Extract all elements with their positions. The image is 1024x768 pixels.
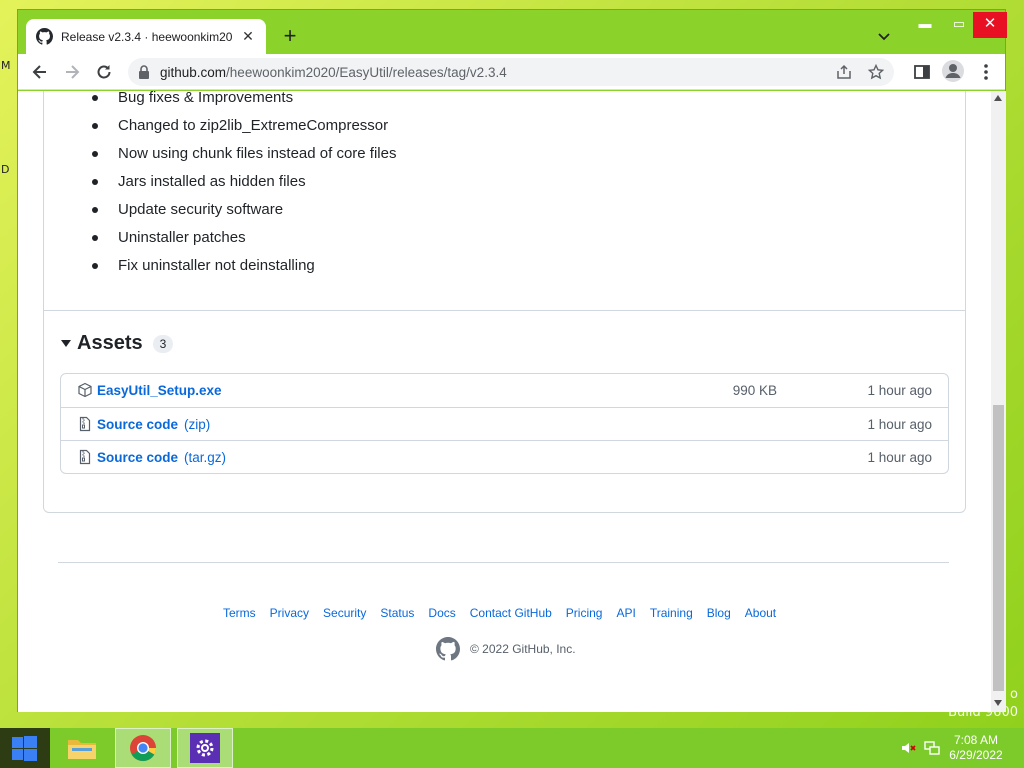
list-item: Jars installed as hidden files	[92, 171, 396, 199]
list-item: Uninstaller patches	[92, 227, 396, 255]
close-tab-icon[interactable]: ✕	[240, 28, 256, 45]
footer-link-about[interactable]: About	[745, 606, 776, 620]
footer-link-terms[interactable]: Terms	[223, 606, 256, 620]
scroll-down-icon[interactable]	[994, 700, 1002, 706]
asset-size: 990 KB	[732, 383, 777, 398]
copyright-text: © 2022 GitHub, Inc.	[470, 642, 576, 656]
page-viewport: Bug fixes & Improvements Changed to zip2…	[18, 91, 991, 712]
file-explorer-taskbar-button[interactable]	[54, 728, 110, 768]
assets-title: Assets	[77, 332, 143, 354]
close-window-button[interactable]: ✕	[973, 12, 1007, 38]
footer-link-blog[interactable]: Blog	[707, 606, 731, 620]
asset-link[interactable]: Source code (zip)	[97, 417, 210, 432]
asset-suffix: (tar.gz)	[184, 449, 227, 465]
tab-title: Release v2.3.4 · heewoonkim2020	[61, 29, 233, 44]
vertical-scrollbar[interactable]	[991, 91, 1006, 712]
footer-copyright: © 2022 GitHub, Inc.	[436, 637, 576, 661]
file-zip-icon	[79, 449, 91, 465]
star-icon[interactable]	[868, 64, 884, 80]
table-row: Source code (zip) 1 hour ago	[61, 407, 948, 440]
windows-logo-icon	[12, 737, 23, 748]
windows-logo-icon	[12, 749, 23, 760]
clock-date: 6/29/2022	[949, 748, 1003, 762]
asset-link[interactable]: EasyUtil_Setup.exe	[97, 383, 222, 398]
taskbar: 7:08 AM 6/29/2022	[0, 728, 1024, 768]
gear-icon	[190, 733, 220, 763]
browser-window: Release v2.3.4 · heewoonkim2020 ✕ + ▬ ▭ …	[17, 9, 1007, 712]
asset-suffix: (zip)	[184, 416, 211, 432]
desktop-icon-label: D	[1, 163, 10, 176]
footer-links: Terms Privacy Security Status Docs Conta…	[223, 606, 790, 620]
asset-name: Source code	[97, 416, 179, 432]
chrome-taskbar-button[interactable]	[115, 728, 171, 768]
windows-logo-icon	[24, 736, 37, 748]
reload-icon[interactable]	[94, 62, 114, 82]
assets-table: EasyUtil_Setup.exe 990 KB 1 hour ago Sou…	[60, 373, 949, 474]
tab-strip: Release v2.3.4 · heewoonkim2020 ✕ + ▬ ▭ …	[18, 10, 1007, 54]
new-tab-button[interactable]: +	[278, 24, 302, 48]
asset-time: 1 hour ago	[867, 383, 932, 398]
footer-link-training[interactable]: Training	[650, 606, 693, 620]
chrome-icon	[130, 735, 157, 762]
assets-toggle[interactable]: Assets 3	[61, 332, 174, 355]
footer-link-pricing[interactable]: Pricing	[566, 606, 603, 620]
divider	[44, 310, 965, 311]
forward-arrow-icon[interactable]	[62, 62, 82, 82]
start-button[interactable]	[0, 728, 50, 768]
browser-toolbar: github.com/heewoonkim2020/EasyUtil/relea…	[18, 54, 1005, 90]
scroll-up-icon[interactable]	[994, 95, 1002, 101]
file-zip-icon	[79, 416, 91, 432]
github-logo-icon[interactable]	[436, 637, 460, 661]
volume-muted-icon[interactable]	[900, 740, 916, 756]
list-item: Now using chunk files instead of core fi…	[92, 143, 396, 171]
url-host: github.com	[160, 64, 227, 80]
address-bar[interactable]: github.com/heewoonkim2020/EasyUtil/relea…	[128, 58, 894, 86]
footer-link-privacy[interactable]: Privacy	[270, 606, 309, 620]
folder-icon	[68, 740, 96, 759]
url-text: github.com/heewoonkim2020/EasyUtil/relea…	[160, 65, 507, 80]
list-item: Bug fixes & Improvements	[92, 91, 396, 115]
asset-time: 1 hour ago	[867, 449, 932, 465]
side-panel-icon[interactable]	[912, 62, 932, 82]
caret-down-icon	[61, 340, 71, 347]
footer-link-api[interactable]: API	[616, 606, 635, 620]
footer-divider	[58, 562, 949, 563]
scroll-thumb[interactable]	[993, 405, 1004, 691]
menu-dots-icon[interactable]	[976, 62, 996, 82]
footer-link-docs[interactable]: Docs	[428, 606, 455, 620]
list-item: Fix uninstaller not deinstalling	[92, 255, 396, 283]
list-item: Update security software	[92, 199, 396, 227]
clock-time: 7:08 AM	[953, 733, 999, 747]
maximize-button[interactable]: ▭	[942, 12, 976, 38]
release-notes-list: Bug fixes & Improvements Changed to zip2…	[92, 91, 396, 283]
network-icon[interactable]	[924, 740, 940, 756]
lock-icon[interactable]	[138, 65, 150, 79]
share-icon[interactable]	[836, 64, 852, 80]
asset-name: EasyUtil_Setup.exe	[97, 383, 222, 398]
table-row: EasyUtil_Setup.exe 990 KB 1 hour ago	[61, 374, 948, 407]
minimize-button[interactable]: ▬	[908, 12, 942, 38]
release-box: Bug fixes & Improvements Changed to zip2…	[43, 91, 966, 513]
chevron-down-icon[interactable]	[876, 28, 892, 44]
back-arrow-icon[interactable]	[30, 62, 50, 82]
asset-link[interactable]: Source code (tar.gz)	[97, 450, 226, 465]
asset-name: Source code	[97, 449, 179, 465]
package-icon	[78, 382, 92, 398]
desktop-icon-label: M	[1, 59, 11, 72]
person-icon	[945, 64, 961, 78]
assets-count-badge: 3	[152, 334, 174, 353]
table-row: Source code (tar.gz) 1 hour ago	[61, 440, 948, 473]
settings-taskbar-button[interactable]	[177, 728, 233, 768]
url-path: /heewoonkim2020/EasyUtil/releases/tag/v2…	[226, 64, 507, 80]
tab-release[interactable]: Release v2.3.4 · heewoonkim2020 ✕	[26, 19, 266, 54]
asset-time: 1 hour ago	[867, 416, 932, 432]
footer-link-security[interactable]: Security	[323, 606, 366, 620]
windows-logo-icon	[24, 749, 37, 761]
footer-link-status[interactable]: Status	[380, 606, 414, 620]
list-item: Changed to zip2lib_ExtremeCompressor	[92, 115, 396, 143]
github-icon	[36, 28, 53, 45]
profile-avatar[interactable]	[942, 60, 964, 82]
footer-link-contact[interactable]: Contact GitHub	[470, 606, 552, 620]
clock[interactable]: 7:08 AM 6/29/2022	[946, 733, 1006, 763]
